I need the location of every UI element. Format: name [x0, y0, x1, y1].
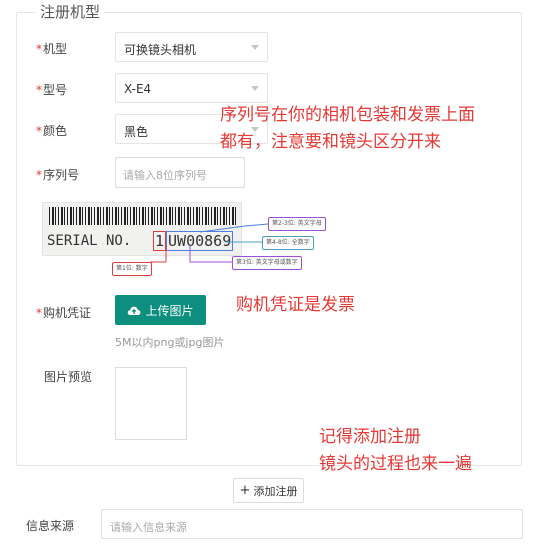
add-registration-label: 添加注册	[253, 484, 298, 498]
receipt-annotation: 购机凭证是发票	[236, 295, 355, 315]
cloud-upload-icon	[128, 306, 141, 315]
serial-annotation-line2: 都有，注意要和镜头区分开来	[220, 132, 441, 152]
plus-icon: +	[239, 483, 251, 498]
callout-third-char: 第3位: 英文字母或数字	[232, 256, 302, 270]
source-label: 信息来源	[26, 519, 75, 533]
receipt-label: *购机凭证	[36, 304, 106, 321]
image-preview-box	[115, 367, 187, 440]
preview-label: 图片预览	[44, 370, 93, 384]
callout-letters: 第2-3位: 英文字母	[268, 217, 326, 231]
lens-annotation-line1: 记得添加注册	[319, 427, 421, 447]
lens-annotation-line2: 镜头的过程也来一遍	[319, 454, 472, 474]
upload-hint: 5M以内png或jpg图片	[115, 336, 225, 349]
receipt-label-text: 购机凭证	[43, 306, 92, 320]
serial-annotation-line1: 序列号在你的相机包装和发票上面	[220, 105, 475, 125]
callout-numbers: 第4-8位: 全数字	[262, 236, 314, 250]
add-registration-button[interactable]: + 添加注册	[233, 478, 304, 503]
upload-button-label: 上传图片	[145, 303, 194, 318]
callout-first-digit: 第1位: 数字	[112, 262, 152, 276]
callout-line-letters	[199, 225, 246, 233]
required-mark: *	[36, 306, 42, 320]
upload-image-button[interactable]: 上传图片	[115, 295, 206, 325]
source-input[interactable]: 请输入信息来源	[101, 509, 523, 539]
